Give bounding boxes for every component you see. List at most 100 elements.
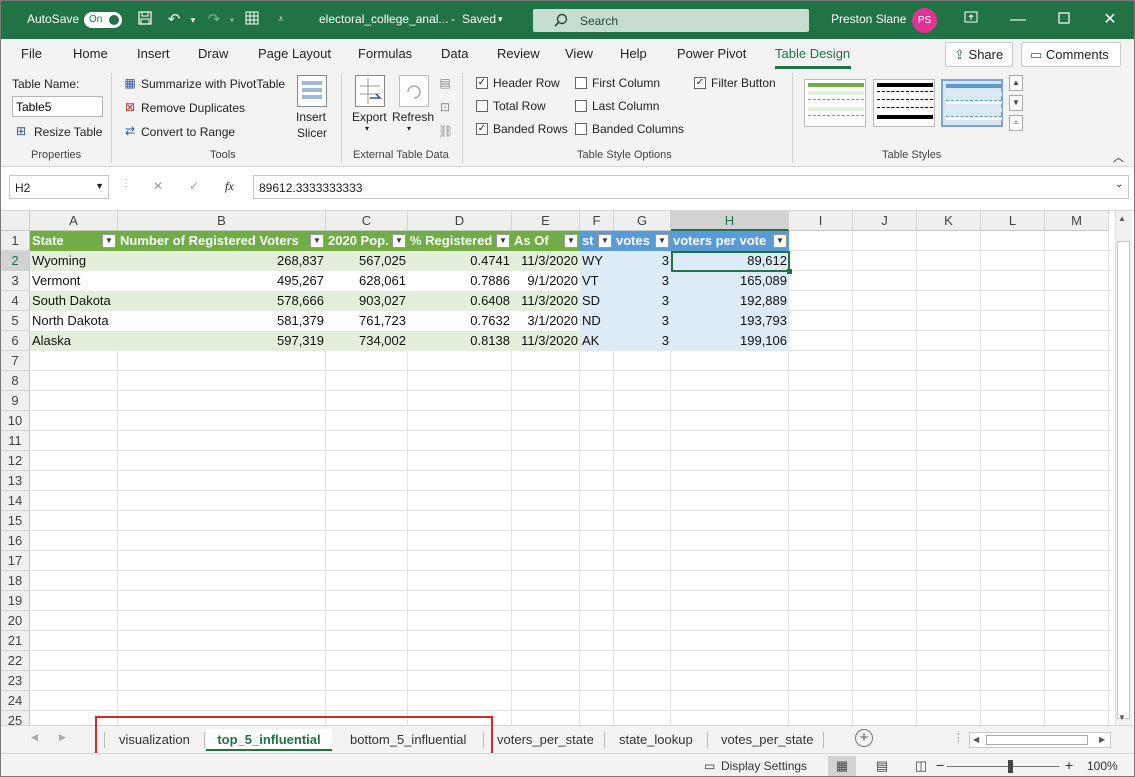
refresh-button[interactable]: Refresh [392,110,434,124]
table-icon[interactable] [242,10,262,30]
slicer-icon[interactable] [297,75,327,107]
row-header-15[interactable]: 15 [1,511,30,531]
filter-dropdown-icon[interactable]: ▼ [496,234,510,248]
export-dropdown-icon[interactable]: ▾ [365,124,369,133]
gallery-down-icon[interactable]: ▼ [1009,95,1023,111]
cancel-icon[interactable]: ✕ [153,179,163,193]
tab-view[interactable]: View [565,46,593,61]
ribbon-display-options-icon[interactable] [961,10,981,30]
row-header-17[interactable]: 17 [1,551,30,571]
gallery-more-icon[interactable]: ⩡ [1009,115,1023,131]
row-header-11[interactable]: 11 [1,431,30,451]
display-settings-icon[interactable]: ▭ [704,759,715,773]
table-cell[interactable]: 0.6408 [408,291,512,311]
table-cell[interactable]: ND [580,311,614,331]
sheet-tab-votes-per-state[interactable]: votes_per_state [721,729,814,751]
banded-rows-checkbox[interactable]: ✓ [476,123,488,135]
avatar[interactable]: PS [912,8,937,33]
name-box[interactable]: H2 ▼ [9,175,109,199]
row-header-6[interactable]: 6 [1,331,30,351]
unlink-icon[interactable]: ⛓ [438,124,453,138]
column-header-g[interactable]: G [614,211,671,231]
row-header-25[interactable]: 25 [1,711,30,725]
table-cell[interactable]: 3 [614,251,671,271]
table-cell[interactable]: 199,106 [671,331,789,351]
zoom-slider-track[interactable] [947,766,1059,767]
export-button[interactable]: Export [352,110,387,124]
table-style-black[interactable] [873,79,935,127]
filter-button-checkbox[interactable]: ✓ [694,77,706,89]
fill-handle[interactable] [787,269,792,274]
column-header-c[interactable]: C [326,211,408,231]
table-header-cell[interactable]: Number of Registered Voters [118,231,326,251]
convert-to-range-button[interactable]: Convert to Range [141,125,235,139]
minimize-icon[interactable]: — [1008,10,1028,30]
summarize-pivottable-button[interactable]: Summarize with PivotTable [141,77,285,91]
scroll-down-icon[interactable]: ▼ [1118,713,1126,722]
row-header-14[interactable]: 14 [1,491,30,511]
table-cell[interactable]: 567,025 [326,251,408,271]
sheet-tab-voters-per-state[interactable]: voters_per_state [497,729,594,751]
table-header-cell[interactable]: voters per vote [671,231,789,251]
properties-icon[interactable]: ▤ [438,76,452,90]
resize-table-button[interactable]: Resize Table [34,125,102,139]
expand-formula-bar-icon[interactable]: ⌄ [1115,179,1123,190]
tab-split-handle-icon[interactable]: ⋮ [953,731,964,744]
table-cell[interactable]: 761,723 [326,311,408,331]
table-cell[interactable]: Wyoming [30,251,118,271]
table-cell[interactable]: 597,319 [118,331,326,351]
enter-icon[interactable]: ✓ [189,179,199,193]
row-header-13[interactable]: 13 [1,471,30,491]
column-header-a[interactable]: A [30,211,118,231]
table-cell[interactable]: 11/3/2020 [512,251,580,271]
table-cell[interactable]: 3 [614,311,671,331]
column-header-l[interactable]: L [981,211,1045,231]
insert-function-icon[interactable]: fx [225,179,234,194]
zoom-in-button[interactable]: + [1065,757,1073,773]
table-cell[interactable]: 581,379 [118,311,326,331]
formula-input[interactable]: 89612.3333333333 [253,175,1129,199]
scroll-right-icon[interactable]: ▶ [1099,735,1105,744]
table-cell[interactable]: 165,089 [671,271,789,291]
filter-dropdown-icon[interactable]: ▼ [310,234,324,248]
table-cell[interactable]: 578,666 [118,291,326,311]
table-cell[interactable]: 0.4741 [408,251,512,271]
zoom-level[interactable]: 100% [1087,759,1118,773]
normal-view-icon[interactable]: ▦ [828,756,856,776]
share-button[interactable]: ⇪ Share [945,42,1013,67]
save-status-dropdown-icon[interactable]: ▾ [498,14,503,25]
user-name[interactable]: Preston Slane [831,12,906,26]
table-cell[interactable]: 11/3/2020 [512,331,580,351]
tab-data[interactable]: Data [441,46,468,61]
worksheet-grid[interactable]: ABCDEFGHIJKLM 1 2 3 4 5 6 7 8 9 10 11 12 13 14 15 16 17 1… [1,211,1134,725]
tab-table-design[interactable]: Table Design [775,46,850,61]
row-header-12[interactable]: 12 [1,451,30,471]
close-icon[interactable]: ✕ [1100,10,1120,30]
tab-help[interactable]: Help [620,46,647,61]
column-header-k[interactable]: K [917,211,981,231]
add-sheet-icon[interactable]: + [855,729,873,747]
column-header-m[interactable]: M [1045,211,1109,231]
header-row-checkbox[interactable]: ✓ [476,77,488,89]
table-cell[interactable]: Vermont [30,271,118,291]
sheet-tab-state-lookup[interactable]: state_lookup [619,729,693,751]
total-row-checkbox[interactable] [476,100,488,112]
table-style-blue[interactable] [941,79,1003,127]
table-cell[interactable]: VT [580,271,614,291]
table-cell[interactable]: WY [580,251,614,271]
row-header-3[interactable]: 3 [1,271,30,291]
next-sheet-icon[interactable]: ▶ [59,732,66,743]
row-header-21[interactable]: 21 [1,631,30,651]
filter-dropdown-icon[interactable]: ▼ [773,234,787,248]
undo-dropdown-icon[interactable]: ▾ [183,10,203,30]
row-header-23[interactable]: 23 [1,671,30,691]
display-settings-button[interactable]: Display Settings [721,759,807,773]
row-header-16[interactable]: 16 [1,531,30,551]
tab-review[interactable]: Review [497,46,540,61]
tab-file[interactable]: File [21,46,42,61]
zoom-out-button[interactable]: − [936,757,944,773]
save-icon[interactable] [135,10,155,30]
insert-slicer-label-1[interactable]: Insert [296,110,326,124]
filter-dropdown-icon[interactable]: ▼ [598,234,612,248]
table-cell[interactable]: 192,889 [671,291,789,311]
